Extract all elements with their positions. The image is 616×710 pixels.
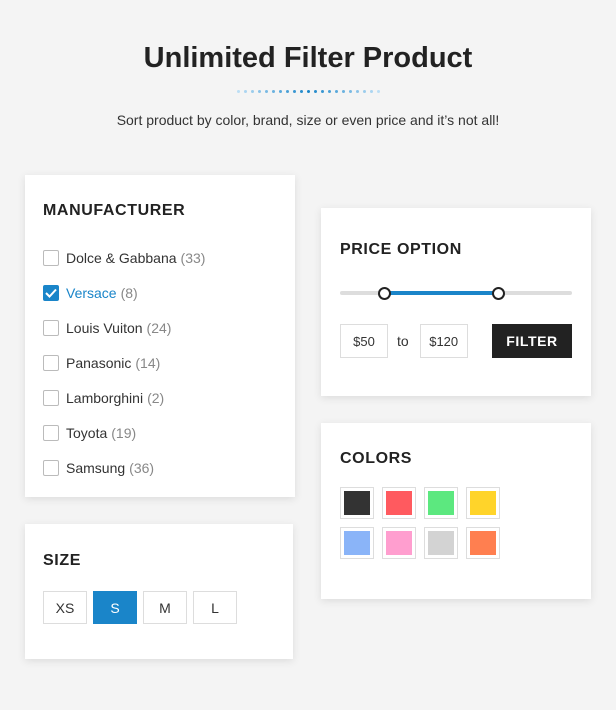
manufacturer-item[interactable]: Samsung (36) [43, 450, 277, 485]
manufacturer-panel: MANUFACTURER Dolce & Gabbana (33) Versace(… [25, 175, 295, 497]
divider-dot [313, 90, 317, 93]
swatch-fill [344, 491, 370, 515]
manufacturer-count: (8) [120, 284, 138, 301]
divider-dot [278, 90, 282, 93]
checkbox[interactable] [43, 249, 59, 266]
checkbox[interactable] [43, 424, 59, 441]
divider-dot [376, 90, 380, 93]
checkbox[interactable] [43, 284, 59, 301]
divider-dot [299, 90, 303, 93]
page-title: Unlimited Filter Product [143, 42, 473, 74]
color-swatches [340, 487, 540, 559]
divider-dot [306, 90, 310, 93]
manufacturer-title: MANUFACTURER [43, 202, 186, 219]
divider-dot [236, 90, 240, 93]
filter-button[interactable]: FILTER [492, 324, 572, 358]
swatch-fill [386, 531, 412, 555]
color-swatch[interactable] [340, 527, 374, 559]
checkbox[interactable] [43, 459, 59, 476]
price-panel: PRICE OPTION to FILTER [321, 208, 591, 396]
manufacturer-name: Louis Vuiton [66, 319, 143, 336]
divider-dot [348, 90, 352, 93]
divider-dot [271, 90, 275, 93]
manufacturer-count: (33) [180, 249, 206, 266]
checkbox[interactable] [43, 354, 59, 371]
swatch-fill [470, 491, 496, 515]
divider-dot [292, 90, 296, 93]
price-inputs-row: to FILTER [340, 324, 572, 358]
colors-panel: COLORS [321, 423, 591, 599]
size-option-m[interactable]: M [143, 591, 187, 624]
size-option-l[interactable]: L [193, 591, 237, 624]
manufacturer-count: (24) [146, 319, 172, 336]
divider-dot [362, 90, 366, 93]
size-option-s[interactable]: S [93, 591, 137, 624]
size-panel: SIZE XS S M L [25, 524, 293, 659]
manufacturer-name: Dolce & Gabbana [66, 249, 177, 266]
manufacturer-count: (14) [135, 354, 161, 371]
slider-min-handle[interactable] [378, 287, 392, 300]
divider-dot [257, 90, 261, 93]
color-swatch[interactable] [466, 487, 500, 519]
color-swatch[interactable] [424, 487, 458, 519]
swatch-fill [386, 491, 412, 515]
size-options: XS S M L [43, 591, 275, 624]
color-swatch[interactable] [382, 527, 416, 559]
slider-max-handle[interactable] [491, 287, 505, 300]
divider-dot [243, 90, 247, 93]
manufacturer-count: (2) [147, 389, 165, 406]
divider-dot [355, 90, 359, 93]
manufacturer-name: Lamborghini [66, 389, 144, 406]
divider-dot [334, 90, 338, 93]
divider-dot [264, 90, 268, 93]
manufacturer-item[interactable]: Toyota (19) [43, 415, 277, 450]
swatch-fill [428, 491, 454, 515]
divider-dot [341, 90, 345, 93]
manufacturer-count: (36) [129, 459, 155, 476]
swatch-fill [470, 531, 496, 555]
color-swatch[interactable] [340, 487, 374, 519]
manufacturer-count: (19) [111, 424, 137, 441]
size-option-xs[interactable]: XS [43, 591, 87, 624]
color-swatch[interactable] [466, 527, 500, 559]
manufacturer-item[interactable]: Panasonic (14) [43, 345, 277, 380]
check-icon [45, 288, 57, 298]
min-price-input[interactable] [340, 324, 388, 358]
manufacturer-item[interactable]: Versace (8) [43, 275, 277, 310]
divider-dot [285, 90, 289, 93]
divider-dot [250, 90, 254, 93]
swatch-fill [428, 531, 454, 555]
manufacturer-item[interactable]: Louis Vuiton (24) [43, 310, 277, 345]
to-label: to [397, 333, 409, 349]
checkbox[interactable] [43, 319, 59, 336]
price-title: PRICE OPTION [340, 241, 462, 258]
page-subtitle: Sort product by color, brand, size or ev… [116, 112, 500, 128]
color-swatch[interactable] [382, 487, 416, 519]
manufacturer-item[interactable]: Dolce & Gabbana (33) [43, 240, 277, 275]
color-swatch[interactable] [424, 527, 458, 559]
colors-title: COLORS [340, 450, 413, 467]
slider-range [384, 291, 498, 295]
price-slider[interactable] [340, 283, 572, 303]
manufacturer-item[interactable]: Lamborghini (2) [43, 380, 277, 415]
checkbox[interactable] [43, 389, 59, 406]
manufacturer-name: Panasonic [66, 354, 132, 371]
title-divider-dots [0, 90, 616, 93]
swatch-fill [344, 531, 370, 555]
manufacturer-name: Toyota [66, 424, 108, 441]
size-title: SIZE [43, 552, 81, 569]
manufacturer-name: Versace [66, 284, 117, 301]
divider-dot [320, 90, 324, 93]
divider-dot [327, 90, 331, 93]
manufacturer-list: Dolce & Gabbana (33) Versace (8) Louis Vuito… [43, 240, 277, 485]
max-price-input[interactable] [419, 324, 468, 358]
manufacturer-name: Samsung [66, 459, 126, 476]
divider-dot [369, 90, 373, 93]
